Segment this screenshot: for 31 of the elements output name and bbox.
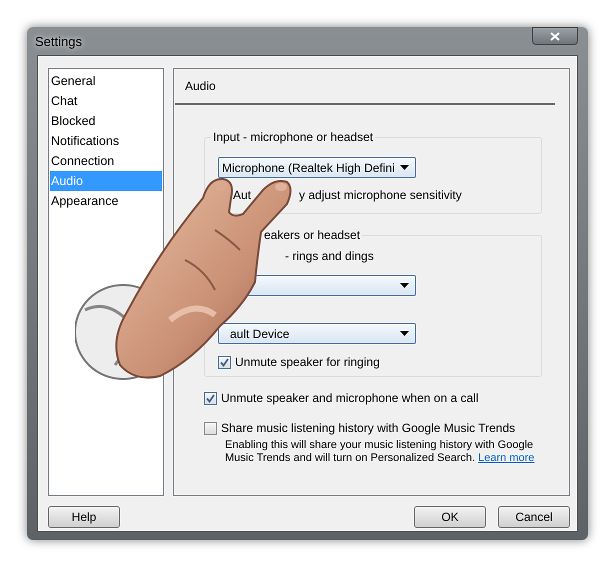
window-title: Settings bbox=[35, 34, 82, 48]
checkbox-label: y adjust microphone sensitivity bbox=[299, 188, 462, 202]
sidebar-item[interactable]: Connection bbox=[50, 151, 162, 171]
sidebar-item[interactable]: Chat bbox=[50, 91, 162, 111]
group-title: eakers or headset bbox=[262, 228, 362, 242]
caret-icon bbox=[400, 283, 409, 288]
sidebar-item[interactable]: Blocked bbox=[50, 111, 162, 131]
checkbox[interactable] bbox=[204, 392, 217, 404]
caret-icon bbox=[400, 165, 409, 170]
caret-icon bbox=[400, 331, 409, 336]
help-button[interactable]: Help bbox=[48, 506, 120, 528]
checkbox[interactable] bbox=[204, 422, 217, 434]
sidebar-item[interactable]: Appearance bbox=[50, 191, 162, 211]
close-icon bbox=[550, 32, 560, 40]
checkbox-label: Unmute speaker for ringing bbox=[235, 355, 380, 369]
checkbox-label: Share music listening history with Google Music Trends bbox=[221, 421, 516, 435]
learn-more-link[interactable]: Learn more bbox=[478, 452, 534, 464]
dropdown[interactable]: Microphone (Realtek High Defini bbox=[218, 157, 416, 178]
checkbox[interactable] bbox=[218, 356, 231, 368]
panel-title: Audio bbox=[184, 79, 217, 95]
field-label: - rings and dings bbox=[284, 249, 375, 265]
sidebar-item[interactable]: Notifications bbox=[50, 131, 162, 151]
dropdown[interactable]: ault Device bbox=[218, 323, 416, 344]
option-description: Enabling this will share your music listening history with Google Music Trends and will turn on Personalized Search. Learn more bbox=[225, 439, 536, 465]
sidebar-item[interactable]: General bbox=[50, 71, 162, 91]
dialog-button[interactable]: OK bbox=[414, 506, 486, 528]
close-button[interactable] bbox=[532, 27, 578, 45]
checkbox-label: Unmute speaker and microphone when on a call bbox=[221, 391, 478, 405]
dialog-button[interactable]: Cancel bbox=[498, 506, 570, 528]
checkbox-label: Aut bbox=[233, 188, 252, 202]
group-title: Input - microphone or headset bbox=[211, 130, 376, 144]
